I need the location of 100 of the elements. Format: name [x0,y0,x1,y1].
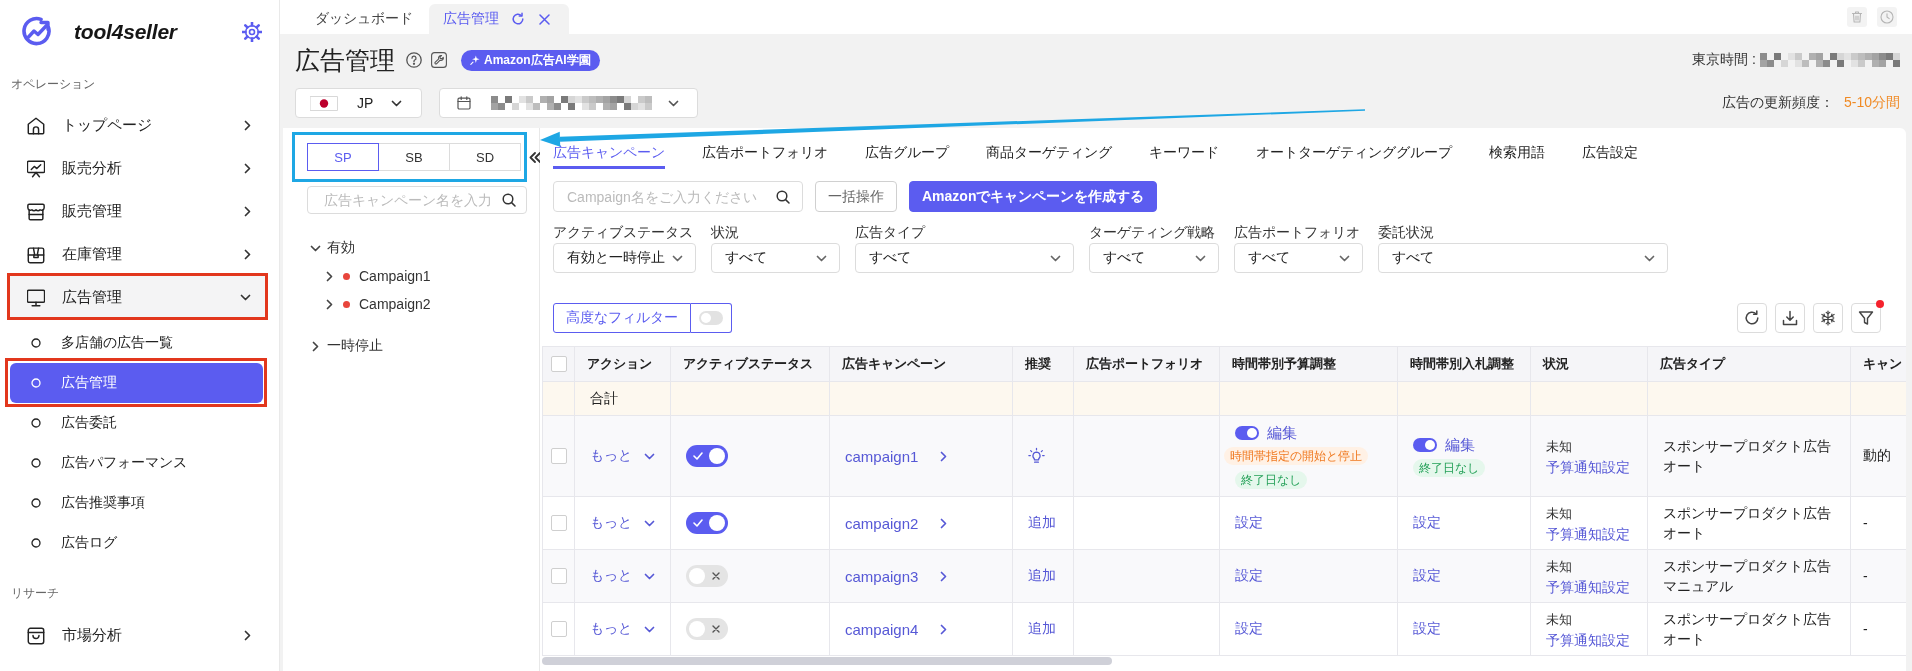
toggle-switch[interactable] [1413,438,1437,452]
refresh-icon[interactable] [511,12,525,26]
chevron-right-icon[interactable] [940,570,948,582]
content-tab[interactable]: 広告ポートフォリオ [702,128,828,169]
bulk-action-button[interactable]: 一括操作 [815,181,897,212]
campaign-search-field[interactable]: Campaign名をご入力ください [553,181,803,212]
filter-select[interactable]: すべて [1234,243,1363,273]
toggle-switch[interactable] [686,512,728,534]
refresh-button[interactable] [1737,303,1767,333]
logo-icon [21,16,53,48]
chevron-right-icon [244,630,251,641]
scrollbar-thumb[interactable] [542,657,1112,665]
more-button[interactable]: もっと [590,447,655,465]
content-tab[interactable]: オートターゲティンググループ [1256,128,1452,169]
filter-select[interactable]: すべて [855,243,1074,273]
chevron-right-icon[interactable] [940,517,948,529]
page-tab[interactable]: ダッシュボード [299,4,429,34]
ad-type-tab[interactable]: SP [307,143,379,171]
add-link[interactable]: 追加 [1028,620,1056,636]
filter-select[interactable]: すべて [1089,243,1219,273]
budget-alert-link[interactable]: 予算通知設定 [1546,576,1632,597]
settings-link[interactable]: 設定 [1235,567,1263,583]
add-link[interactable]: 追加 [1028,514,1056,530]
budget-alert-link[interactable]: 予算通知設定 [1546,523,1632,544]
menu-item[interactable]: 在庫管理 [8,233,267,276]
submenu-item[interactable]: 多店舗の広告一覧 [10,323,263,363]
settings-link[interactable]: 設定 [1235,620,1263,636]
table-cell: 合計 [574,381,671,416]
content-tab[interactable]: 検索用語 [1489,128,1545,169]
menu-item[interactable]: トップページ [8,104,267,147]
toggle-switch[interactable] [686,565,728,587]
search-icon[interactable] [502,193,516,207]
content-tab[interactable]: 商品ターゲティング [986,128,1112,169]
menu-item[interactable]: 広告管理 [8,276,267,319]
settings-link[interactable]: 設定 [1413,514,1441,530]
campaign-link[interactable]: campaign4 [845,620,919,638]
download-button[interactable] [1775,303,1805,333]
submenu-item[interactable]: 広告委託 [10,403,263,443]
settings-link[interactable]: 設定 [1413,567,1441,583]
advanced-filter-button[interactable]: 高度なフィルター [553,303,691,333]
submenu-item[interactable]: 広告ログ [10,523,263,563]
tree-item[interactable]: 一時停止 [307,332,383,360]
ad-type-tab[interactable]: SB [378,143,450,171]
logo-text: tool4seller [74,20,177,44]
campaign-link[interactable]: campaign3 [845,567,919,585]
filter-select[interactable]: すべて [1378,243,1668,273]
wrench-icon[interactable] [431,52,447,68]
page-tab[interactable]: 広告管理 [429,4,569,34]
filter-select[interactable]: すべて [711,243,840,273]
close-icon[interactable] [539,13,550,25]
budget-alert-link[interactable]: 予算通知設定 [1546,456,1632,477]
content-tab[interactable]: 広告キャンペーン [553,128,665,169]
campaign-link[interactable]: campaign2 [845,514,919,532]
freeze-button[interactable] [1813,303,1843,333]
column-header: 状況 [1530,346,1648,382]
edit-link[interactable]: 編集 [1267,423,1297,443]
column-header: 推奨 [1012,346,1074,382]
row-checkbox[interactable] [551,621,567,637]
filter-button[interactable] [1851,303,1881,333]
toggle-switch[interactable] [686,618,728,640]
row-checkbox[interactable] [551,515,567,531]
add-link[interactable]: 追加 [1028,567,1056,583]
double-chevron-left-icon[interactable] [529,151,541,163]
content-tab[interactable]: 広告グループ [865,128,949,169]
ad-type-tab[interactable]: SD [449,143,521,171]
filter-select[interactable]: 有効と一時停止 [553,243,696,273]
search-icon[interactable] [776,189,790,204]
menu-item[interactable]: 市場分析 [8,614,267,657]
help-icon[interactable] [406,52,422,68]
marketplace-select[interactable]: JP [295,88,422,118]
menu-item[interactable]: 販売分析 [8,147,267,190]
toggle-switch[interactable] [1235,426,1259,440]
settings-icon[interactable] [242,22,262,42]
lightbulb-icon[interactable] [1028,447,1045,465]
campaign-search-field[interactable]: 広告キャンペーン名を入力 [307,186,527,214]
budget-alert-link[interactable]: 予算通知設定 [1546,629,1632,650]
submenu-item[interactable]: 広告推奨事項 [10,483,263,523]
toggle-switch[interactable] [699,311,723,325]
row-checkbox[interactable] [551,448,567,464]
content-tab[interactable]: 広告設定 [1582,128,1638,169]
row-checkbox[interactable] [551,568,567,584]
menu-item[interactable]: 販売管理 [8,190,267,233]
toggle-switch[interactable] [686,445,728,467]
edit-link[interactable]: 編集 [1445,435,1475,455]
tree-item[interactable]: 有効 [307,234,355,262]
settings-link[interactable]: 設定 [1413,620,1441,636]
chevron-right-icon[interactable] [940,623,948,635]
campaign-link[interactable]: campaign1 [845,447,919,465]
date-range-picker[interactable] [439,88,698,118]
submenu-item[interactable]: 広告パフォーマンス [10,443,263,483]
update-frequency-value: 5-10分間 [1843,94,1900,112]
academy-badge[interactable]: Amazon広告AI学園 [461,49,600,71]
create-campaign-button[interactable]: Amazonでキャンペーンを作成する [909,181,1158,212]
tree-item[interactable]: Campaign1 [326,262,431,290]
content-tab[interactable]: キーワード [1149,128,1219,169]
chevron-right-icon[interactable] [940,450,948,462]
settings-link[interactable]: 設定 [1235,514,1263,530]
advanced-filter-toggle[interactable] [691,303,732,333]
select-all-checkbox[interactable] [551,356,567,372]
tree-item[interactable]: Campaign2 [326,290,431,318]
